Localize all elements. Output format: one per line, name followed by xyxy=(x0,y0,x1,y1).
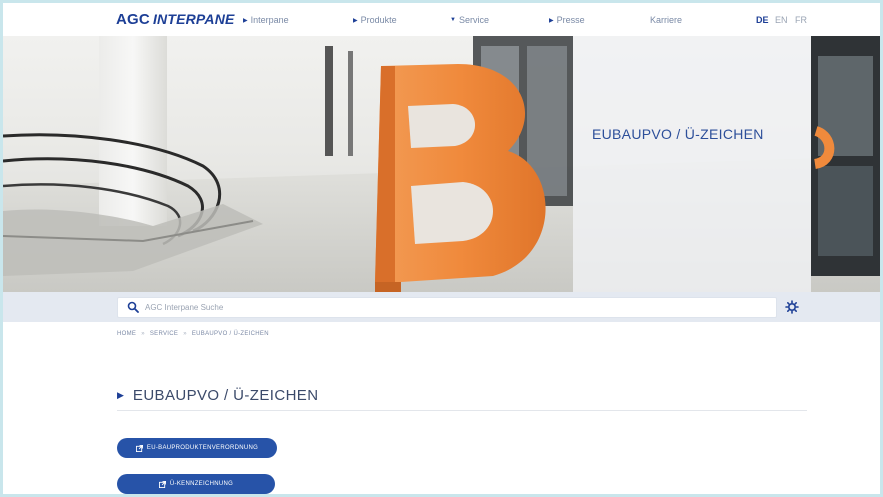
brand-name: AGC xyxy=(116,11,150,28)
search-input[interactable] xyxy=(145,299,745,316)
nav-item-label: Karriere xyxy=(650,15,683,25)
gear-icon[interactable] xyxy=(785,300,799,314)
breadcrumb-home[interactable]: HOME xyxy=(117,331,136,337)
hero-title: EUBAUPVO / Ü-ZEICHEN xyxy=(592,126,764,142)
nav-item-label: Interpane xyxy=(250,15,289,25)
triangle-down-icon: ▼ xyxy=(450,17,456,23)
external-link-icon xyxy=(158,480,166,488)
search-icon[interactable] xyxy=(127,301,139,313)
heading-divider xyxy=(117,410,807,411)
triangle-right-icon: ▶ xyxy=(549,17,554,24)
nav-item-karriere[interactable]: Karriere xyxy=(650,15,682,25)
language-de[interactable]: DE xyxy=(756,15,769,25)
top-navigation: AGC INTERPANE ▶ Interpane ▶ Produkte ▼ Se… xyxy=(3,3,880,36)
nav-item-service[interactable]: ▼ Service xyxy=(450,15,489,25)
nav-item-produkte[interactable]: ▶ Produkte xyxy=(353,15,397,25)
breadcrumb-current: EUBAUPVO / Ü-ZEICHEN xyxy=(191,331,269,337)
breadcrumb-service[interactable]: SERVICE xyxy=(150,331,178,337)
nav-item-presse[interactable]: ▶ Presse xyxy=(549,15,585,25)
breadcrumb: HOME » SERVICE » EUBAUPVO / Ü-ZEICHEN xyxy=(117,331,269,337)
triangle-right-icon: ▶ xyxy=(243,17,248,24)
external-link-icon xyxy=(135,444,143,452)
eu-bauproduktenverordnung-button[interactable]: EU-BAUPRODUKTENVERORDNUNG xyxy=(117,438,277,458)
page-title: EUBAUPVO / Ü-ZEICHEN xyxy=(132,387,319,404)
triangle-right-icon: ▶ xyxy=(117,390,124,400)
brand-logo[interactable]: AGC INTERPANE xyxy=(116,11,235,28)
nav-item-label: Presse xyxy=(556,15,585,25)
button-label: Ü-KENNZEICHNUNG xyxy=(169,481,234,487)
letter-b-sculpture xyxy=(375,64,546,292)
triangle-right-icon: ▶ xyxy=(353,17,358,24)
breadcrumb-separator: » xyxy=(183,331,187,337)
hero-title-panel xyxy=(573,36,811,292)
brand-sub: INTERPANE xyxy=(152,11,235,27)
hero-banner: EUBAUPVO / Ü-ZEICHEN xyxy=(3,36,880,292)
nav-item-interpane[interactable]: ▶ Interpane xyxy=(243,15,289,25)
breadcrumb-separator: » xyxy=(141,331,145,337)
ue-kennzeichnung-button[interactable]: Ü-KENNZEICHNUNG xyxy=(117,474,275,494)
nav-item-label: Produkte xyxy=(360,15,397,25)
language-en[interactable]: EN xyxy=(775,15,788,25)
nav-item-label: Service xyxy=(458,15,489,25)
language-fr[interactable]: FR xyxy=(795,15,807,25)
page-heading: ▶ EUBAUPVO / Ü-ZEICHEN xyxy=(117,387,318,404)
button-label: EU-BAUPRODUKTENVERORDNUNG xyxy=(146,445,259,451)
